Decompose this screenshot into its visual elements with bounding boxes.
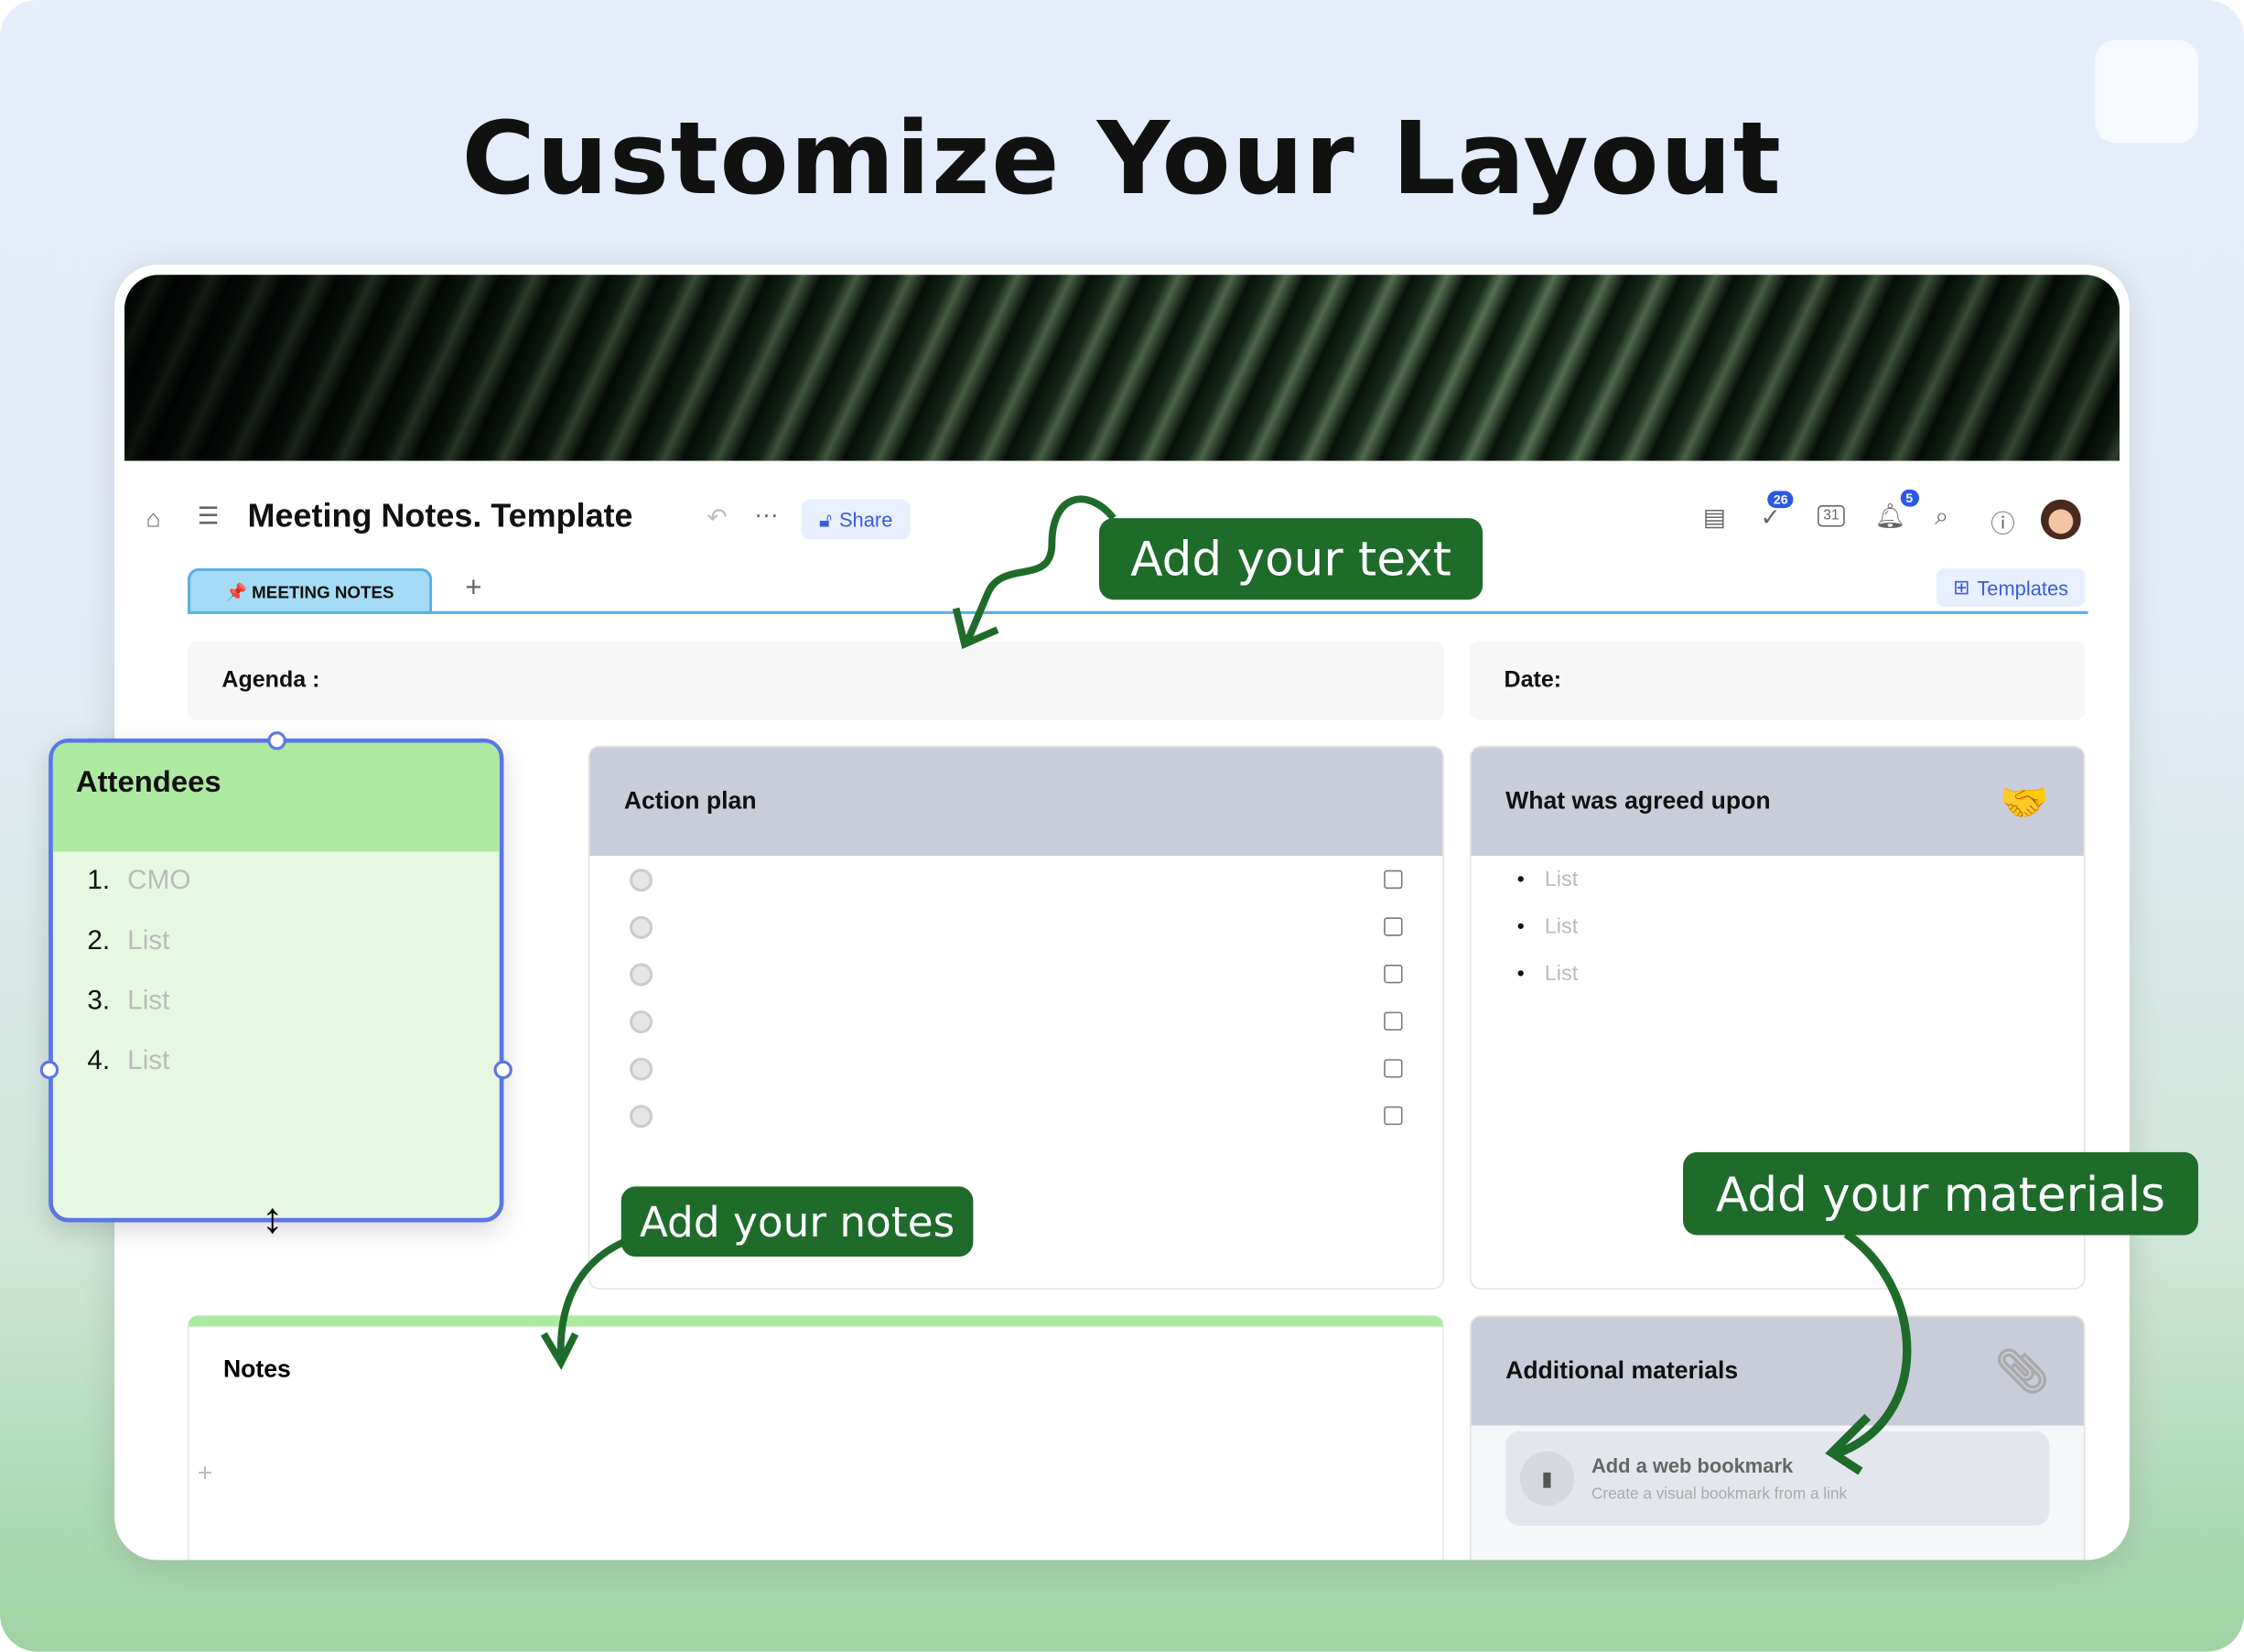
canvas: Customize Your Layout ⌂ ☰ Meeting Notes.… — [0, 0, 2244, 1652]
callout-add-text: Add your text — [1098, 518, 1483, 600]
arrow-materials — [1837, 1230, 1912, 1457]
callout-add-materials: Add your materials — [1683, 1151, 2198, 1236]
annotation-arrows — [540, 495, 1912, 1475]
callout-add-notes: Add your notes — [620, 1186, 974, 1258]
arrow-text — [964, 495, 1117, 643]
